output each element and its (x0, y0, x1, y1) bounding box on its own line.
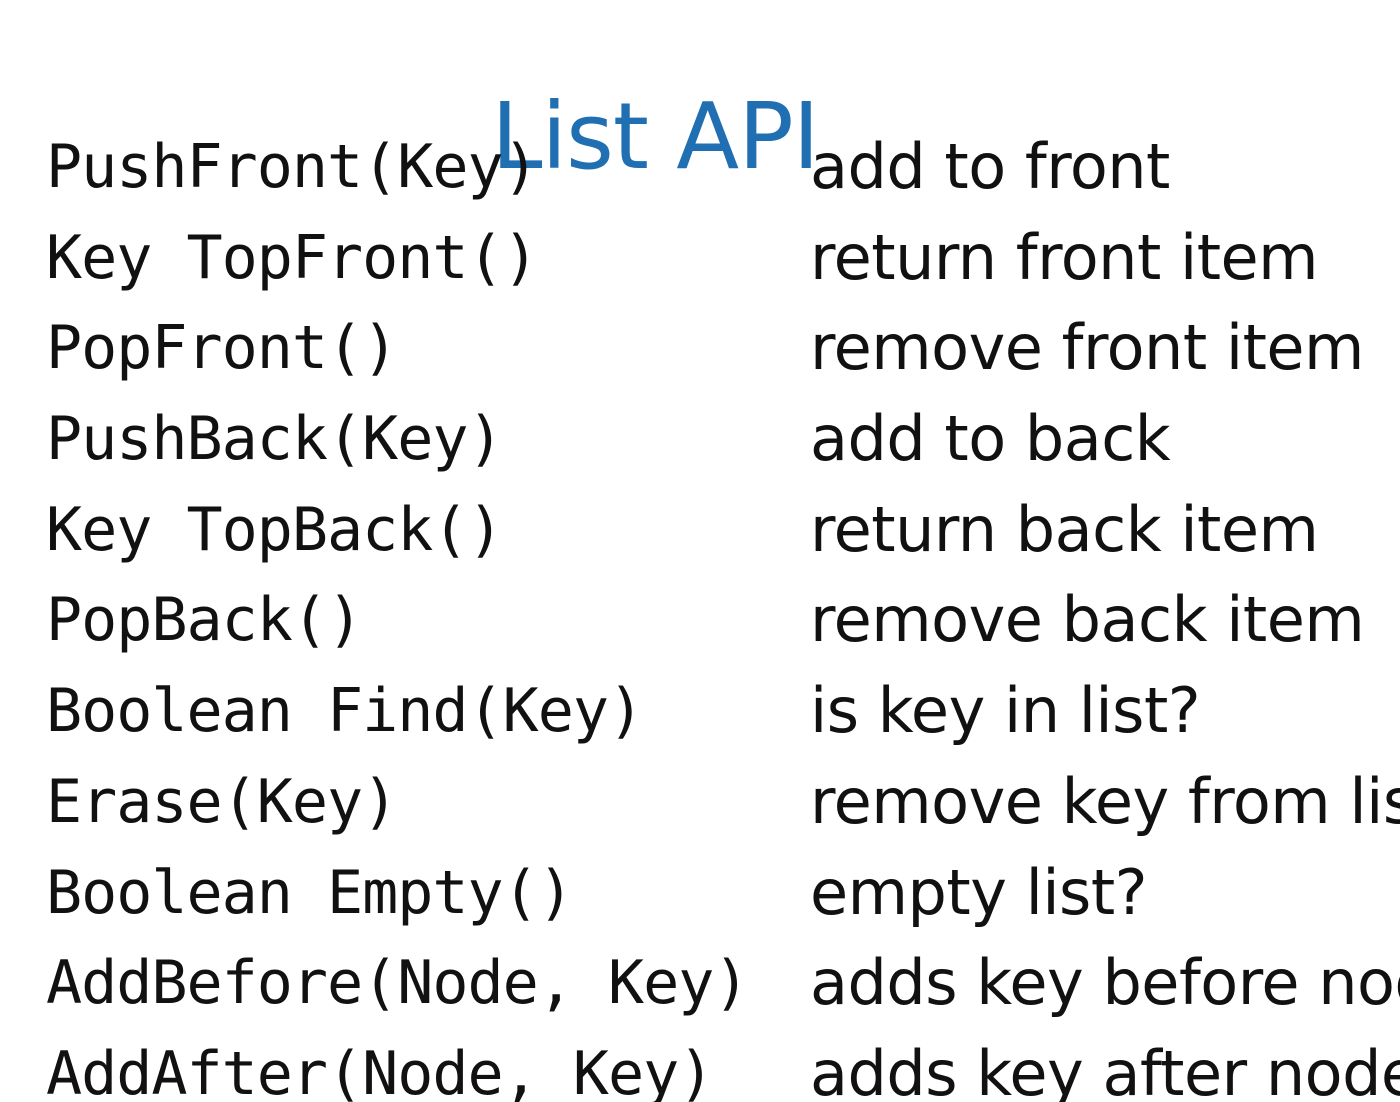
api-row-addafter: AddAfter(Node, Key) adds key after node (46, 1029, 1400, 1102)
api-signature: Boolean Find(Key) (46, 676, 644, 747)
api-row-popback: PopBack() remove back item (46, 575, 1400, 666)
api-row-popfront: PopFront() remove front item (46, 303, 1400, 394)
api-description: return back item (810, 492, 1319, 566)
api-description: add to back (810, 402, 1171, 476)
api-description: empty list? (810, 855, 1148, 929)
api-signature: Boolean Empty() (46, 857, 574, 928)
api-row-erase: Erase(Key) remove key from list (46, 757, 1400, 848)
api-signature: Key TopFront() (46, 222, 539, 293)
api-description: return front item (810, 220, 1319, 294)
api-row-find: Boolean Find(Key) is key in list? (46, 666, 1400, 757)
api-row-empty: Boolean Empty() empty list? (46, 848, 1400, 939)
api-description: remove back item (810, 583, 1365, 657)
api-signature: PopBack() (46, 585, 363, 656)
api-signature: AddAfter(Node, Key) (46, 1038, 714, 1102)
api-description: add to front (810, 130, 1170, 203)
api-signature: PopFront() (46, 313, 398, 384)
api-description: remove front item (810, 311, 1364, 385)
api-signature: PushFront(Key) (46, 132, 539, 202)
api-row-pushfront: PushFront(Key) add to front (46, 122, 1400, 213)
api-signature: Erase(Key) (46, 766, 398, 837)
api-signature: Key TopBack() (46, 494, 504, 565)
api-description: is key in list? (810, 674, 1201, 748)
api-row-topback: Key TopBack() return back item (46, 485, 1400, 576)
api-table: PushFront(Key) add to front Key TopFront… (46, 122, 1400, 1102)
api-description: adds key before node (810, 946, 1400, 1020)
api-row-topfront: Key TopFront() return front item (46, 213, 1400, 304)
api-signature: AddBefore(Node, Key) (46, 948, 749, 1019)
api-signature: PushBack(Key) (46, 404, 504, 475)
api-description: adds key after node (810, 1036, 1400, 1102)
api-row-addbefore: AddBefore(Node, Key) adds key before nod… (46, 938, 1400, 1029)
api-row-pushback: PushBack(Key) add to back (46, 394, 1400, 485)
api-description: remove key from list (810, 764, 1400, 838)
slide: List API PushFront(Key) add to front Key… (0, 0, 1400, 1102)
